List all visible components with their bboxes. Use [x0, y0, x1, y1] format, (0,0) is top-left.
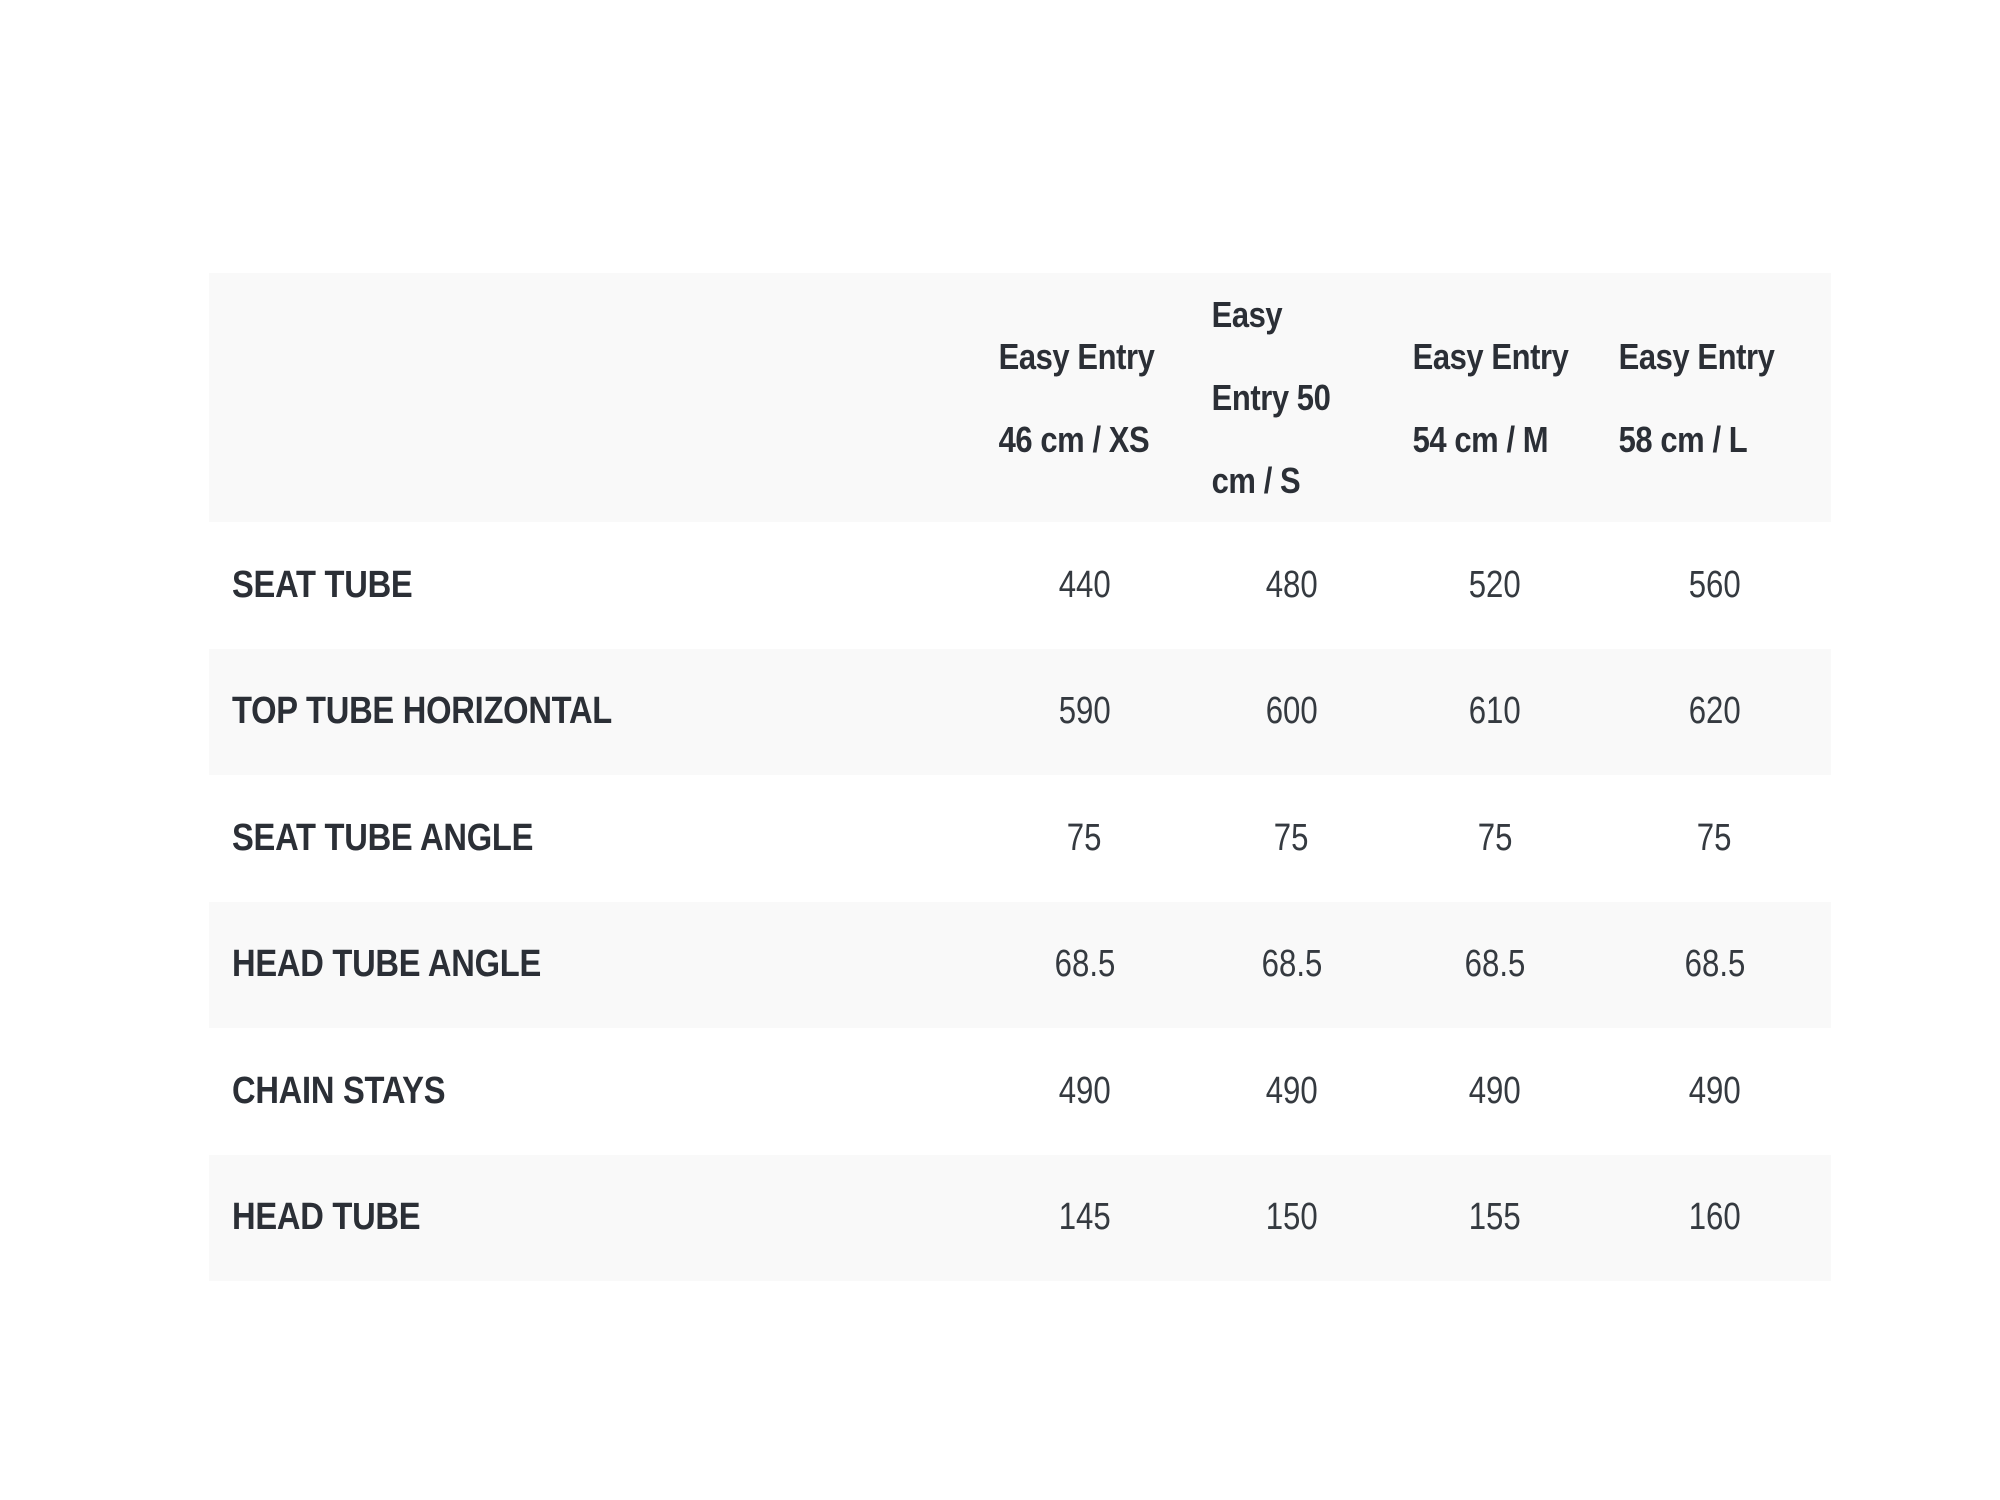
table-cell: 480 [1265, 563, 1318, 606]
table-row: SEAT TUBE 440 480 520 560 [209, 522, 1831, 649]
table-cell: 155 [1469, 1196, 1521, 1239]
table-cell: 68.5 [1464, 943, 1526, 986]
table-cell: 68.5 [1684, 943, 1745, 986]
table-cell: 75 [1067, 816, 1102, 859]
row-label: SEAT TUBE ANGLE [232, 816, 534, 859]
table-row: HEAD TUBE ANGLE 68.5 68.5 68.5 68.5 [209, 901, 1831, 1028]
row-label: HEAD TUBE ANGLE [232, 943, 542, 986]
table-cell: 490 [1058, 1069, 1111, 1112]
table-row: CHAIN STAYS 490 490 490 490 [209, 1028, 1831, 1155]
table-cell: 610 [1469, 690, 1521, 733]
table-cell: 490 [1469, 1069, 1521, 1112]
table-cell: 590 [1058, 690, 1111, 733]
table-cell: 160 [1688, 1196, 1741, 1239]
geometry-table: Easy Entry 46 cm / XS Easy Entry 50 cm /… [209, 273, 1831, 1281]
row-label: CHAIN STAYS [232, 1069, 446, 1112]
row-label: TOP TUBE HORIZONTAL [232, 690, 612, 733]
row-label: SEAT TUBE [232, 563, 413, 606]
table-cell: 75 [1274, 816, 1309, 859]
table-cell: 68.5 [1054, 943, 1115, 986]
table-cell: 490 [1265, 1069, 1318, 1112]
row-label: HEAD TUBE [232, 1196, 421, 1239]
table-cell: 68.5 [1261, 943, 1322, 986]
table-cell: 520 [1469, 563, 1521, 606]
column-header-l: Easy Entry 58 cm / L [1618, 335, 1775, 460]
table-row: HEAD TUBE 145 150 155 160 [209, 1154, 1831, 1281]
table-cell: 150 [1265, 1196, 1318, 1239]
column-header-s: Easy Entry 50 cm / S [1211, 294, 1331, 501]
table-cell: 620 [1688, 690, 1741, 733]
table-cell: 440 [1058, 563, 1111, 606]
header-empty-cell [209, 273, 870, 522]
table-cell: 490 [1688, 1069, 1741, 1112]
column-header-m: Easy Entry 54 cm / M [1412, 335, 1569, 460]
table-cell: 560 [1688, 563, 1741, 606]
table-row: SEAT TUBE ANGLE 75 75 75 75 [209, 775, 1831, 902]
table-cell: 145 [1058, 1196, 1111, 1239]
table-cell: 75 [1477, 816, 1513, 859]
table-cell: 75 [1697, 816, 1732, 859]
table-header-row: Easy Entry 46 cm / XS Easy Entry 50 cm /… [209, 273, 1831, 522]
table-cell: 600 [1265, 690, 1318, 733]
table-row: TOP TUBE HORIZONTAL 590 600 610 620 [209, 648, 1831, 775]
column-header-xs: Easy Entry 46 cm / XS [998, 335, 1155, 460]
